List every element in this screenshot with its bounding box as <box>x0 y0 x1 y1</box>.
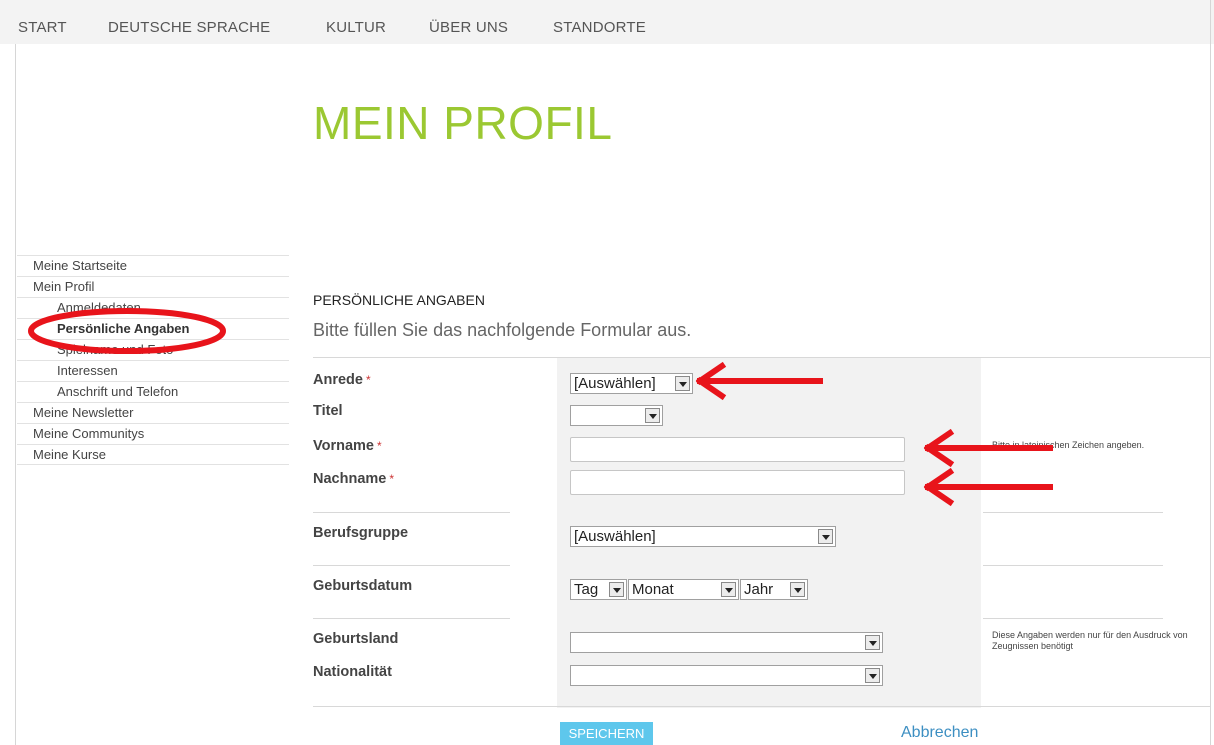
sidebar-item-meine-communitys[interactable]: Meine Communitys <box>17 423 289 444</box>
required-marker: * <box>389 472 395 486</box>
birth-year-value: Jahr <box>744 581 774 598</box>
vorname-hint: Bitte in lateinischen Zeichen angeben. <box>992 440 1145 450</box>
anrede-select[interactable]: [Auswählen] <box>570 373 693 394</box>
sidebar-item-meine-kurse[interactable]: Meine Kurse <box>17 444 289 465</box>
sidebar-item-meine-newsletter[interactable]: Meine Newsletter <box>17 402 289 423</box>
print-hint: Diese Angaben werden nur für den Ausdruc… <box>992 630 1188 651</box>
page-frame-right <box>1210 0 1211 745</box>
chevron-down-icon <box>675 376 690 391</box>
page-frame-left <box>15 44 16 745</box>
divider-right-3 <box>983 618 1163 619</box>
form-top-divider <box>313 357 1210 358</box>
required-marker: * <box>376 439 382 453</box>
nationalitaet-label: Nationalität <box>313 664 392 680</box>
vorname-input[interactable] <box>570 437 905 462</box>
birth-month-select[interactable]: Monat <box>628 579 739 600</box>
birth-month-value: Monat <box>632 581 674 598</box>
chevron-down-icon <box>645 408 660 423</box>
divider-left-3 <box>313 618 510 619</box>
birth-day-value: Tag <box>574 581 599 598</box>
form-bottom-divider <box>313 706 1210 707</box>
save-button[interactable]: SPEICHERN <box>560 722 653 745</box>
titel-select[interactable] <box>570 405 663 426</box>
chevron-down-icon <box>865 668 880 683</box>
sidebar-item-interessen[interactable]: Interessen <box>17 360 289 381</box>
chevron-down-icon <box>721 582 736 597</box>
nav-start[interactable]: START <box>18 19 67 36</box>
sidebar-item-persoenliche-angaben[interactable]: Persönliche Angaben <box>17 318 289 339</box>
sidebar-item-meine-startseite[interactable]: Meine Startseite <box>17 255 289 276</box>
geburtsland-label: Geburtsland <box>313 631 399 647</box>
divider-right-1 <box>983 512 1163 513</box>
sidebar-item-spielname-und-foto[interactable]: Spielname und Foto <box>17 339 289 360</box>
chevron-down-icon <box>609 582 624 597</box>
geburtsland-select[interactable] <box>570 632 883 653</box>
birth-day-select[interactable]: Tag <box>570 579 627 600</box>
sidebar-item-mein-profil[interactable]: Mein Profil <box>17 276 289 297</box>
profile-sidebar: Meine Startseite Mein Profil Anmeldedate… <box>17 255 289 465</box>
berufsgruppe-label: Berufsgruppe <box>313 525 409 541</box>
berufsgruppe-selected-value: [Auswählen] <box>574 528 656 545</box>
cancel-link[interactable]: Abbrechen <box>901 724 978 742</box>
nav-deutsche-sprache[interactable]: DEUTSCHE SPRACHE <box>108 19 270 36</box>
nav-kultur[interactable]: KULTUR <box>326 19 386 36</box>
section-heading: PERSÖNLICHE ANGABEN <box>313 292 485 308</box>
sidebar-item-anschrift-und-telefon[interactable]: Anschrift und Telefon <box>17 381 289 402</box>
divider-left-2 <box>313 565 510 566</box>
anrede-label: Anrede * <box>313 372 371 388</box>
section-intro: Bitte füllen Sie das nachfolgende Formul… <box>313 320 692 340</box>
chevron-down-icon <box>865 635 880 650</box>
chevron-down-icon <box>818 529 833 544</box>
vorname-label: Vorname * <box>313 438 382 454</box>
nav-ueber-uns[interactable]: ÜBER UNS <box>429 19 508 36</box>
nav-standorte[interactable]: STANDORTE <box>553 19 646 36</box>
berufsgruppe-select[interactable]: [Auswählen] <box>570 526 836 547</box>
anrede-selected-value: [Auswählen] <box>574 375 656 392</box>
page-title: MEIN PROFIL <box>313 97 613 149</box>
nationalitaet-select[interactable] <box>570 665 883 686</box>
chevron-down-icon <box>790 582 805 597</box>
divider-left-1 <box>313 512 510 513</box>
required-marker: * <box>365 373 371 387</box>
divider-right-2 <box>983 565 1163 566</box>
titel-label: Titel <box>313 403 343 419</box>
nachname-label: Nachname * <box>313 471 395 487</box>
geburtsdatum-label: Geburtsdatum <box>313 578 413 594</box>
sidebar-item-anmeldedaten[interactable]: Anmeldedaten <box>17 297 289 318</box>
nachname-input[interactable] <box>570 470 905 495</box>
birth-year-select[interactable]: Jahr <box>740 579 808 600</box>
top-navigation: START DEUTSCHE SPRACHE KULTUR ÜBER UNS S… <box>0 0 1214 44</box>
